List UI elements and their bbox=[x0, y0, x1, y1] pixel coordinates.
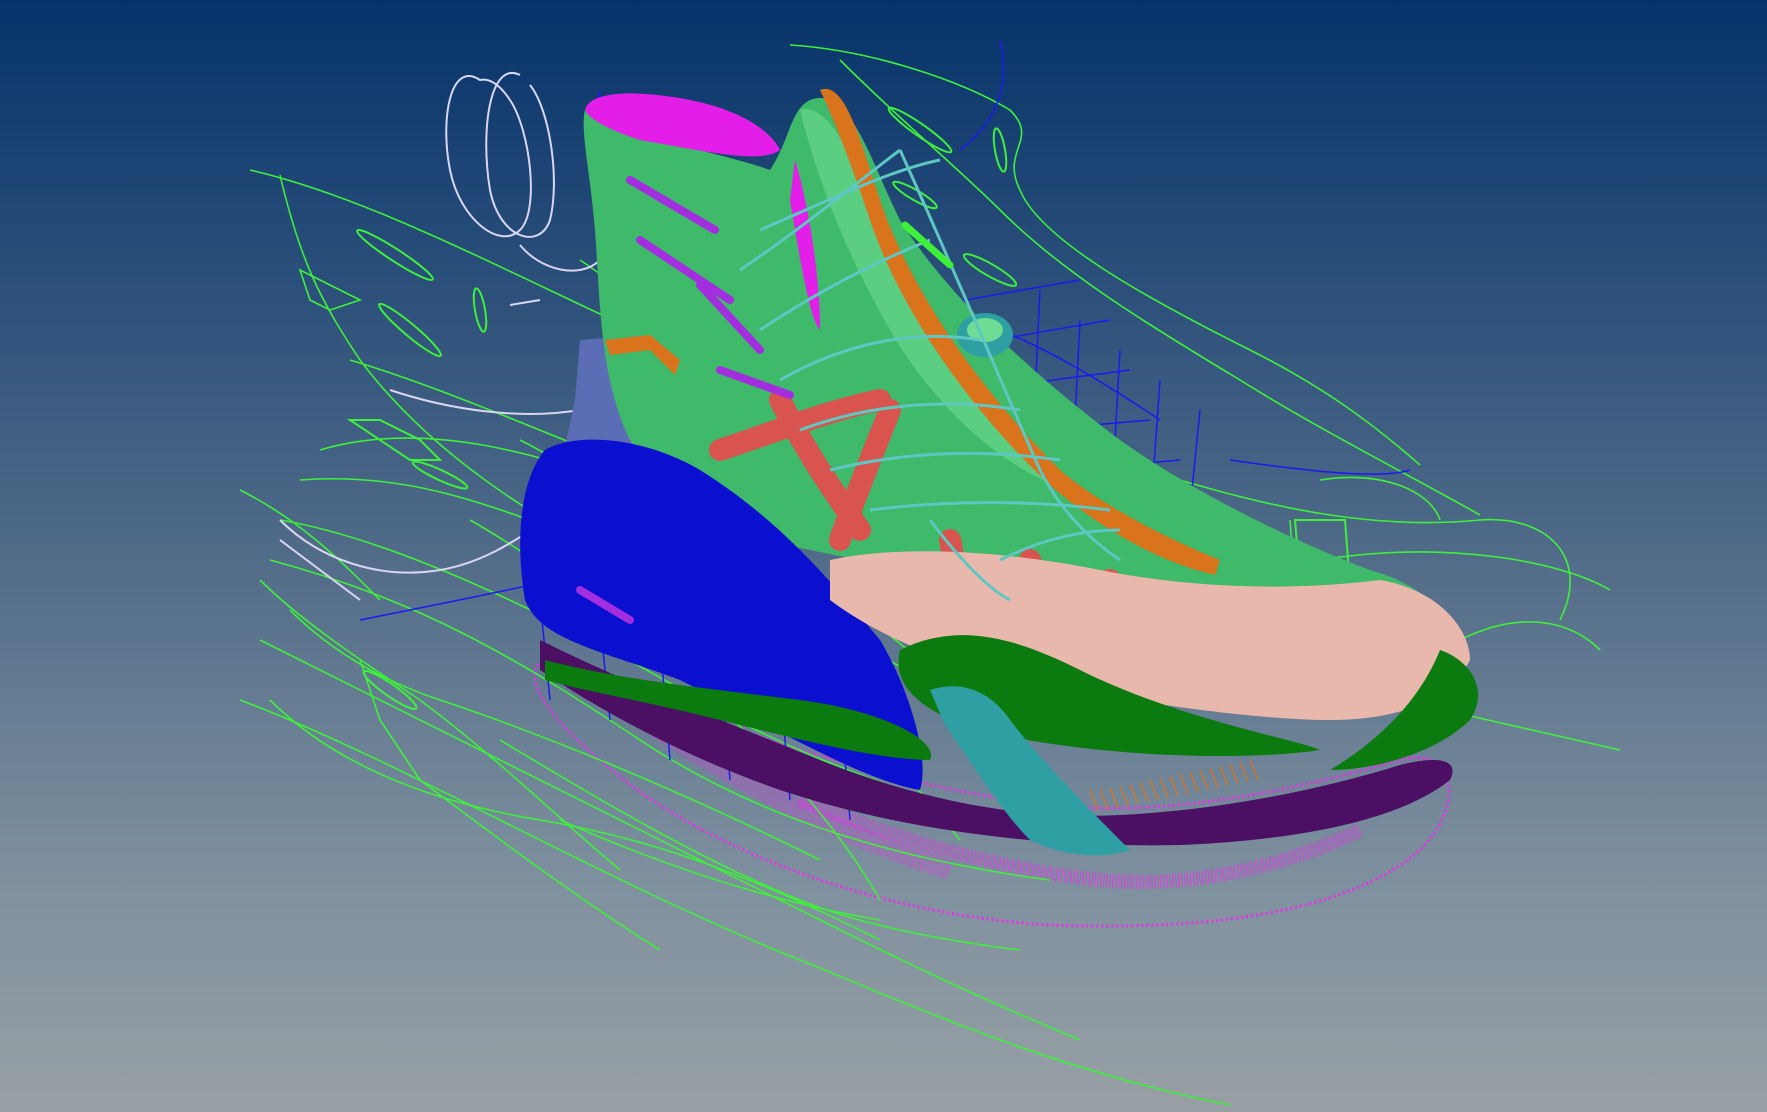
midsole-texture bbox=[1089, 759, 1259, 811]
3d-viewport[interactable] bbox=[0, 0, 1767, 1112]
boa-dial[interactable] bbox=[957, 313, 1013, 357]
shoe-model-scene[interactable] bbox=[0, 0, 1767, 1112]
